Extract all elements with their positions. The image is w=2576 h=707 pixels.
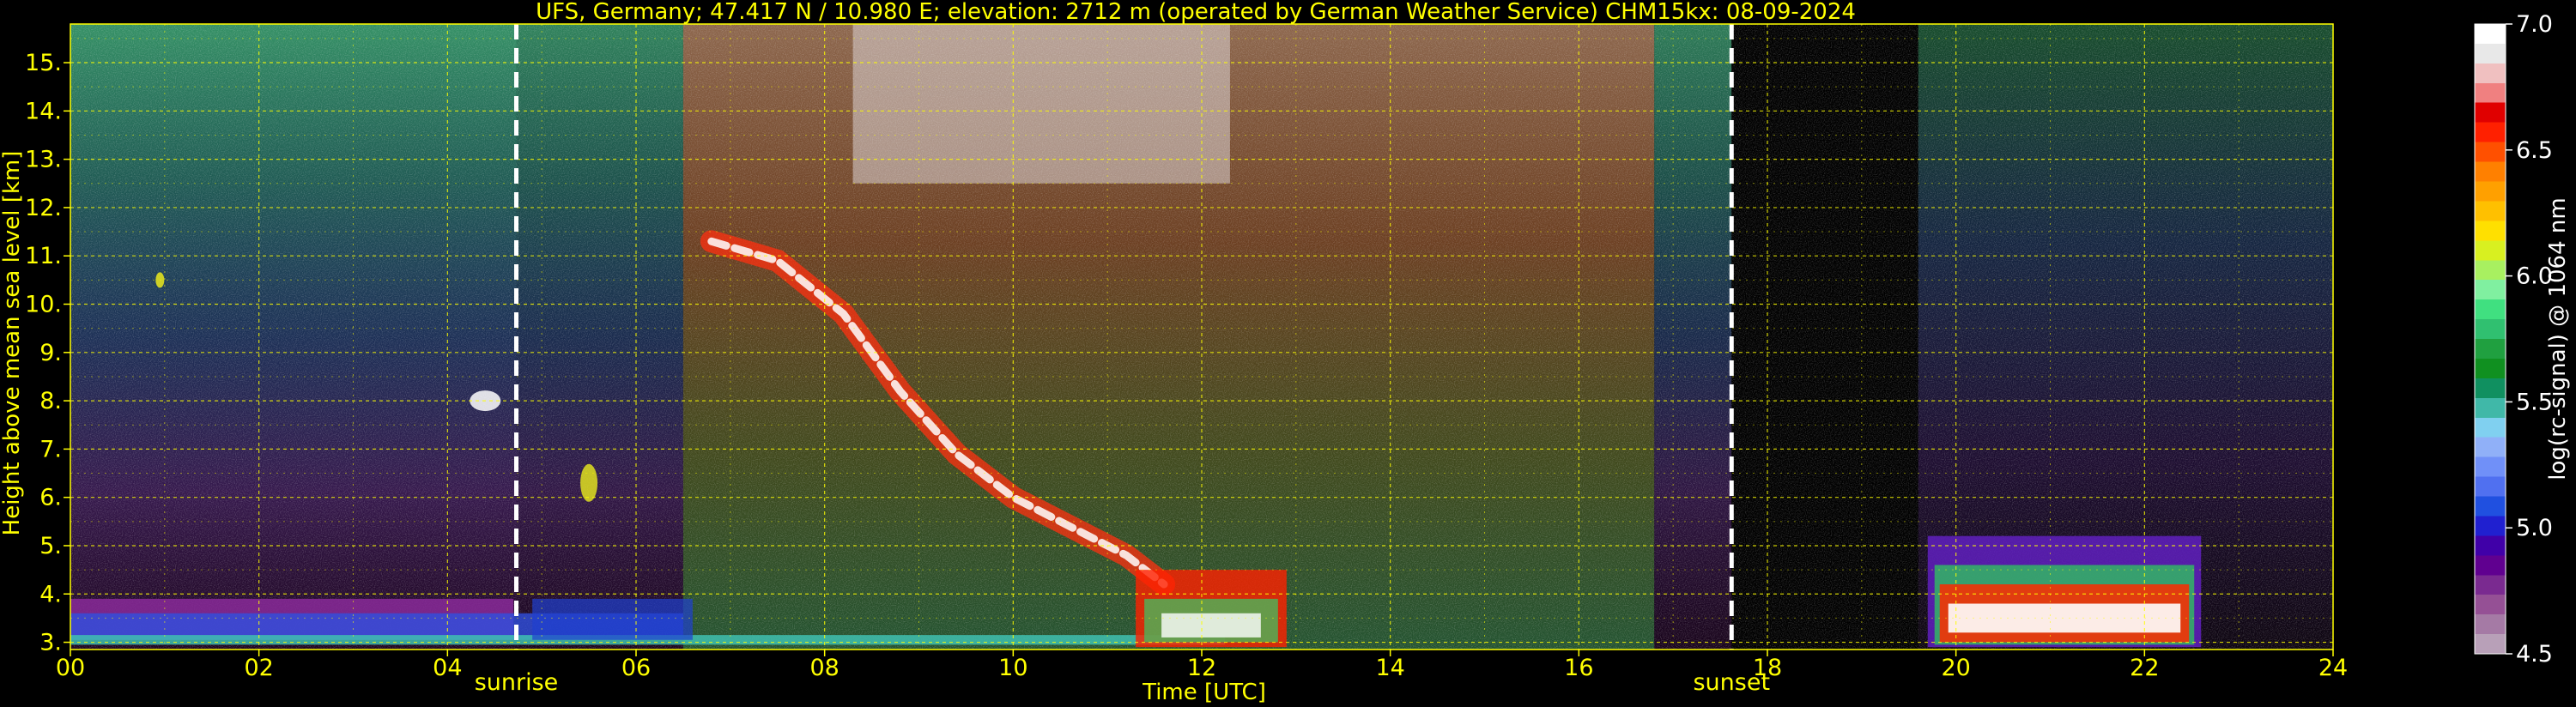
y-tick-label-5: 8. bbox=[39, 388, 62, 414]
x-tick-label-12: 24 bbox=[2318, 655, 2348, 681]
colorbar-tick-label-4: 6.5 bbox=[2516, 137, 2553, 164]
x-tick-label-8: 16 bbox=[1564, 655, 1593, 681]
event-label-sunrise: sunrise bbox=[475, 669, 559, 696]
x-tick-label-0: 00 bbox=[56, 655, 85, 681]
colorbar-tick-label-1: 5.0 bbox=[2516, 515, 2553, 541]
y-tick-label-11: 14. bbox=[25, 98, 62, 124]
x-axis-label: Time [UTC] bbox=[1142, 680, 1266, 705]
colorbar-label: log(rc-signal) @ 1064 nm bbox=[2545, 197, 2571, 480]
convective-core bbox=[1161, 613, 1261, 638]
y-tick-label-8: 11. bbox=[25, 243, 62, 269]
y-axis: 3. 4. 5. 6. 7. 8. 9. 10. 11. 12. 13. 14. 15. bbox=[25, 50, 70, 656]
morning-aerosol bbox=[532, 598, 693, 640]
x-tick-label-6: 12 bbox=[1187, 655, 1216, 681]
colorbar: 4.55.05.56.06.57.0 bbox=[2474, 11, 2553, 668]
y-axis-label: Height above mean sea level [km] bbox=[0, 151, 25, 536]
chart-title: UFS, Germany; 47.417 N / 10.980 E; eleva… bbox=[536, 0, 1856, 25]
x-tick-label-7: 14 bbox=[1375, 655, 1404, 681]
y-tick-label-0: 3. bbox=[39, 630, 62, 656]
plot-area bbox=[70, 23, 2334, 650]
x-tick-label-4: 08 bbox=[809, 655, 839, 681]
y-tick-label-9: 12. bbox=[25, 195, 62, 221]
x-tick-label-5: 10 bbox=[998, 655, 1027, 681]
y-tick-label-12: 15. bbox=[25, 50, 62, 76]
x-tick-label-2: 04 bbox=[433, 655, 462, 681]
x-tick-label-11: 22 bbox=[2130, 655, 2159, 681]
y-tick-label-6: 9. bbox=[39, 340, 62, 366]
ceilometer-chart: sunrise sunset00 02 04 06 08 10 12 14 16 18 20 22 24 … bbox=[0, 0, 2571, 705]
y-tick-label-3: 6. bbox=[39, 485, 62, 511]
x-tick-label-3: 06 bbox=[621, 655, 651, 681]
y-tick-label-10: 13. bbox=[25, 147, 62, 173]
y-tick-label-7: 10. bbox=[25, 292, 62, 318]
x-tick-label-9: 18 bbox=[1753, 655, 1782, 681]
colorbar-bar bbox=[2475, 24, 2506, 654]
y-tick-label-1: 4. bbox=[39, 581, 62, 607]
y-tick-label-2: 5. bbox=[39, 533, 62, 559]
x-tick-label-10: 20 bbox=[1941, 655, 1970, 681]
x-tick-label-1: 02 bbox=[244, 655, 273, 681]
cloud-patch-6km bbox=[580, 463, 598, 502]
colorbar-tick-label-0: 4.5 bbox=[2516, 641, 2553, 668]
colorbar-tick-label-5: 7.0 bbox=[2516, 11, 2553, 38]
y-tick-label-4: 7. bbox=[39, 436, 62, 462]
